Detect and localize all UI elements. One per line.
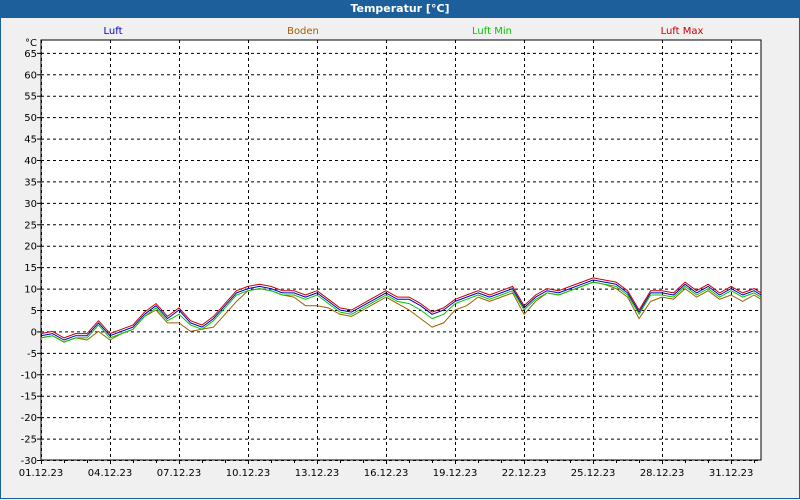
- x-tick-label: 13.12.23: [295, 468, 340, 479]
- plot-area: [40, 39, 762, 461]
- x-tick-label: 10.12.23: [226, 468, 271, 479]
- y-tick-label: -25: [21, 435, 37, 446]
- x-tick-label: 25.12.23: [571, 468, 616, 479]
- y-tick-label: 30: [24, 199, 37, 210]
- x-tick-label: 31.12.23: [709, 468, 754, 479]
- x-tick-label: 19.12.23: [433, 468, 478, 479]
- legend-entry-boden: Boden: [287, 26, 319, 37]
- legend-entry-luft: Luft: [104, 26, 123, 37]
- y-tick-label: 65: [24, 49, 37, 60]
- x-tick-label: 07.12.23: [157, 468, 202, 479]
- y-tick-label: -20: [21, 413, 37, 424]
- y-tick-label: 20: [24, 242, 37, 253]
- y-tick-label: 5: [31, 306, 37, 317]
- y-tick-label: 0: [31, 327, 37, 338]
- x-tick-label: 22.12.23: [502, 468, 547, 479]
- legend-entry-luft-max: Luft Max: [661, 26, 704, 37]
- legend-entry-luft-min: Luft Min: [472, 26, 512, 37]
- y-tick-label: -10: [21, 370, 37, 381]
- x-tick-label: 28.12.23: [640, 468, 685, 479]
- y-tick-label: 60: [24, 70, 37, 81]
- y-tick-label: -30: [21, 456, 37, 467]
- y-tick-label: 45: [24, 135, 37, 146]
- y-tick-label: -15: [21, 392, 37, 403]
- y-tick-label: 55: [24, 92, 37, 103]
- x-tick-label: 01.12.23: [19, 468, 64, 479]
- y-axis-unit-label: °C: [25, 38, 37, 49]
- y-tick-label: 10: [24, 285, 37, 296]
- x-tick-label: 16.12.23: [364, 468, 409, 479]
- legend: Luft Boden Luft Min Luft Max: [104, 26, 704, 37]
- y-tick-label: 25: [24, 220, 37, 231]
- y-tick-label: -5: [27, 349, 37, 360]
- y-tick-label: 15: [24, 263, 37, 274]
- x-tick-label: 04.12.23: [88, 468, 133, 479]
- temperature-line-chart: 65605550454035302520151050-5-10-15-20-25…: [19, 26, 762, 479]
- y-tick-label: 35: [24, 177, 37, 188]
- y-tick-label: 40: [24, 156, 37, 167]
- y-tick-label: 50: [24, 113, 37, 124]
